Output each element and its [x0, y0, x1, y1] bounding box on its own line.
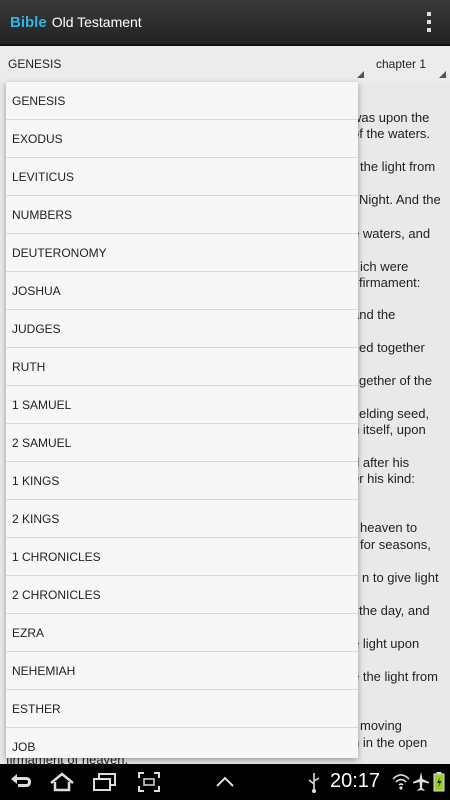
verse-fragment: n to give light — [362, 570, 439, 585]
verse-fragment: e light upon — [352, 636, 420, 651]
verse-fragment: e waters, and — [352, 226, 431, 241]
home-icon[interactable] — [48, 770, 76, 794]
verse-fragment: Night. And the — [359, 192, 441, 207]
wifi-icon — [392, 774, 410, 790]
verse-fragment: heaven to — [360, 520, 418, 535]
book-option[interactable]: 2 CHRONICLES — [6, 576, 358, 614]
selector-bar: GENESIS chapter 1 — [0, 46, 450, 82]
verse-fragment: was upon the — [352, 110, 430, 125]
book-option[interactable]: JOSHUA — [6, 272, 358, 310]
dropdown-triangle-icon — [357, 71, 364, 78]
up-chevron-icon[interactable] — [212, 770, 238, 794]
book-option[interactable]: JOB — [6, 728, 358, 758]
verse-fragment: e the light from — [352, 669, 438, 684]
book-dropdown-list: GENESIS EXODUS LEVITICUS NUMBERS DEUTERO… — [6, 82, 358, 758]
verse-fragment: n itself, upon — [352, 422, 426, 437]
battery-icon — [433, 772, 445, 792]
book-option[interactable]: ESTHER — [6, 690, 358, 728]
overflow-menu-icon[interactable] — [426, 12, 432, 32]
book-option[interactable]: NEHEMIAH — [6, 652, 358, 690]
book-option[interactable]: EXODUS — [6, 120, 358, 158]
verse-fragment: of the waters. — [352, 126, 431, 141]
book-selector-value: GENESIS — [8, 57, 62, 71]
screenshot-icon[interactable] — [136, 770, 162, 794]
verse-fragment: n in the open — [352, 735, 428, 750]
verse-fragment: er his kind: — [352, 471, 415, 486]
page-title: Old Testament — [51, 14, 142, 30]
back-icon[interactable] — [8, 770, 34, 794]
book-option[interactable]: 1 CHRONICLES — [6, 538, 358, 576]
book-option[interactable]: 2 KINGS — [6, 500, 358, 538]
book-option[interactable]: 2 SAMUEL — [6, 424, 358, 462]
book-option[interactable]: RUTH — [6, 348, 358, 386]
verse-fragment: ed together — [359, 340, 425, 355]
app-name[interactable]: Bible — [10, 14, 47, 31]
book-option[interactable]: LEVITICUS — [6, 158, 358, 196]
verse-fragment: d after his — [352, 455, 410, 470]
clock: 20:17 — [330, 770, 381, 792]
system-navigation-bar: 20:17 — [0, 764, 450, 800]
book-option[interactable]: GENESIS — [6, 82, 358, 120]
book-option[interactable]: 1 KINGS — [6, 462, 358, 500]
book-selector[interactable]: GENESIS — [8, 46, 364, 82]
verse-fragment: ich were — [360, 259, 409, 274]
verse-fragment: and the — [352, 307, 396, 322]
usb-icon — [308, 773, 320, 793]
recent-apps-icon[interactable] — [91, 770, 119, 794]
verse-fragment: firmament: — [359, 275, 421, 290]
airplane-icon — [413, 772, 429, 791]
chapter-selector-value: chapter 1 — [376, 57, 427, 71]
book-option[interactable]: EZRA — [6, 614, 358, 652]
book-option[interactable]: JUDGES — [6, 310, 358, 348]
verse-fragment: gether of the — [359, 373, 432, 388]
verse-fragment: the light from — [360, 159, 436, 174]
dropdown-triangle-icon — [439, 71, 446, 78]
verse-fragment: moving — [360, 718, 402, 733]
book-option[interactable]: NUMBERS — [6, 196, 358, 234]
verse-fragment: for seasons, — [360, 537, 431, 552]
verse-fragment: the day, and — [359, 603, 430, 618]
chapter-selector[interactable]: chapter 1 — [376, 46, 446, 82]
verse-fragment: elding seed, — [359, 406, 430, 421]
book-option[interactable]: 1 SAMUEL — [6, 386, 358, 424]
action-bar: Bible Old Testament — [0, 0, 450, 46]
book-option[interactable]: DEUTERONOMY — [6, 234, 358, 272]
